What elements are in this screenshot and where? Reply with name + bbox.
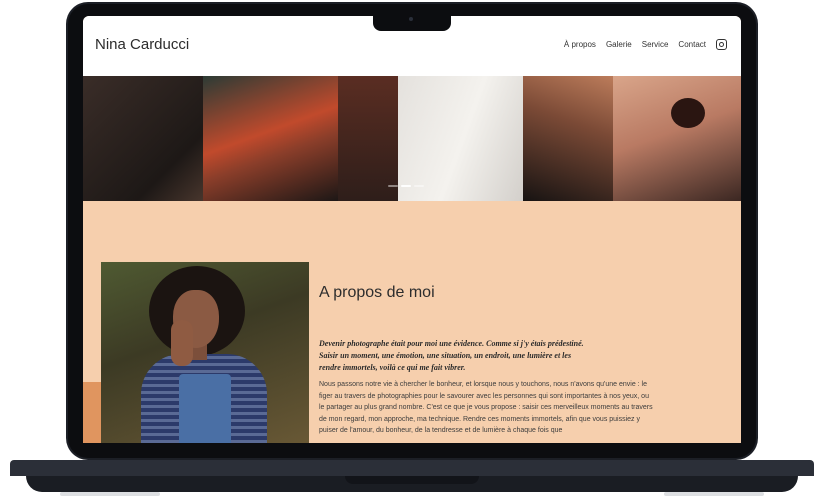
main-nav: À propos Galerie Service Contact: [564, 39, 727, 50]
hero-photo-segment: [338, 76, 398, 201]
laptop-opening-groove: [345, 476, 479, 484]
hero-photo-segment: [523, 76, 623, 201]
laptop-screen: Nina Carducci À propos Galerie Service C…: [83, 16, 741, 443]
decorative-accent-block: [83, 382, 103, 443]
carousel-indicators: [388, 185, 424, 187]
nav-link-service[interactable]: Service: [642, 40, 669, 49]
portrait-photo: [101, 262, 309, 443]
nav-link-gallery[interactable]: Galerie: [606, 40, 632, 49]
laptop-foot: [664, 492, 764, 496]
hero-photo-segment: [203, 76, 343, 201]
about-title: A propos de moi: [319, 284, 435, 301]
camera-icon: [409, 17, 413, 21]
carousel-indicator[interactable]: [388, 185, 398, 187]
laptop-base: [10, 460, 814, 476]
carousel-indicator-active[interactable]: [401, 185, 411, 187]
hero-photo-segment: [83, 76, 213, 201]
about-body-text: Nous passons notre vie à chercher le bon…: [319, 381, 653, 434]
laptop-foot: [60, 492, 160, 496]
nav-link-about[interactable]: À propos: [564, 40, 596, 49]
site-logo[interactable]: Nina Carducci: [95, 36, 189, 53]
carousel-indicator[interactable]: [414, 185, 424, 187]
about-lead-text: Devenir photographe était pour moi une é…: [319, 339, 584, 372]
instagram-icon[interactable]: [716, 39, 727, 50]
nav-link-contact[interactable]: Contact: [678, 40, 706, 49]
hero-photo-segment: [613, 76, 741, 201]
hero-carousel[interactable]: [83, 76, 741, 201]
